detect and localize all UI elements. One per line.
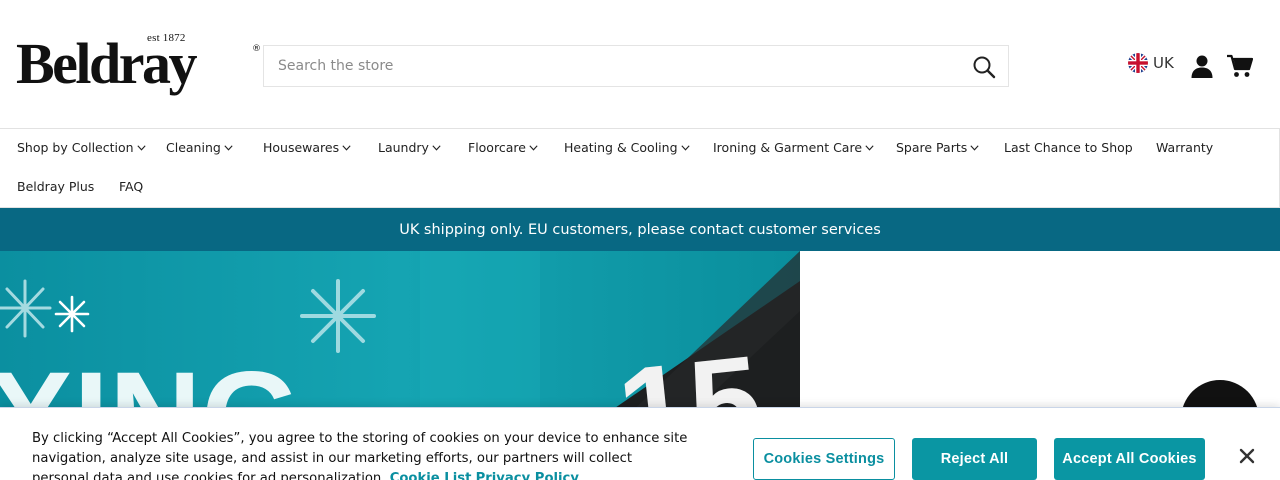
uk-flag-icon [1128, 53, 1148, 73]
chevron-down-icon [432, 144, 441, 151]
search-input[interactable] [264, 46, 944, 86]
chevron-down-icon [136, 144, 146, 151]
cookie-consent-text-block: By clicking “Accept All Cookies”, you ag… [32, 429, 692, 480]
nav-item-faq[interactable]: FAQ [119, 179, 143, 194]
chevron-down-icon [865, 144, 874, 151]
nav-item-last-chance-to-shop[interactable]: Last Chance to Shop [1004, 140, 1133, 155]
snowflake-icon [0, 279, 52, 338]
close-icon[interactable] [1238, 447, 1256, 465]
main-navigation: Shop by Collection Cleaning Housewares L… [0, 128, 1280, 208]
privacy-policy-link[interactable]: Privacy Policy [476, 471, 579, 480]
locale-selector[interactable]: UK [1128, 52, 1174, 74]
nav-item-label: Housewares [263, 140, 340, 155]
reject-all-button[interactable]: Reject All [912, 438, 1037, 480]
nav-item-heating-cooling[interactable]: Heating & Cooling [564, 140, 690, 155]
logo-registered-mark: ® [252, 44, 261, 54]
nav-item-laundry[interactable]: Laundry [378, 140, 441, 155]
nav-item-label: Last Chance to Shop [1004, 140, 1133, 155]
chevron-down-icon [342, 144, 351, 151]
locale-label: UK [1153, 54, 1174, 72]
nav-item-label: Heating & Cooling [564, 140, 678, 155]
cookie-consent-banner: By clicking “Accept All Cookies”, you ag… [0, 407, 1280, 480]
nav-item-beldray-plus[interactable]: Beldray Plus [17, 179, 94, 194]
nav-item-label: Cleaning [166, 140, 221, 155]
page: est 1872 Beldray ® Search the store UK S… [0, 0, 1280, 480]
chevron-down-icon [970, 144, 979, 151]
nav-item-label: Warranty [1156, 140, 1214, 155]
nav-item-shop-by-collection[interactable]: Shop by Collection [17, 140, 146, 155]
nav-item-label: Laundry [378, 140, 429, 155]
snowflake-icon [300, 279, 376, 353]
nav-item-label: FAQ [119, 179, 144, 194]
nav-item-floorcare[interactable]: Floorcare [468, 140, 538, 155]
chevron-down-icon [680, 144, 690, 151]
nav-item-spare-parts[interactable]: Spare Parts [896, 140, 979, 155]
nav-item-label: Floorcare [468, 140, 526, 155]
shipping-notice-text: UK shipping only. EU customers, please c… [399, 221, 881, 238]
cookie-list-link[interactable]: Cookie List [390, 471, 472, 480]
logo-wordmark: Beldray [16, 31, 198, 96]
nav-item-warranty[interactable]: Warranty [1156, 140, 1213, 155]
beldray-logo[interactable]: est 1872 Beldray ® [16, 30, 262, 96]
nav-item-label: Shop by Collection [17, 140, 134, 155]
chevron-down-icon [224, 144, 233, 151]
accept-all-cookies-button[interactable]: Accept All Cookies [1054, 438, 1205, 480]
shipping-notice-banner: UK shipping only. EU customers, please c… [0, 208, 1280, 251]
account-icon[interactable] [1190, 54, 1214, 78]
cart-icon[interactable] [1227, 54, 1253, 78]
snowflake-icon [54, 295, 90, 333]
search-bar [263, 45, 1009, 87]
chevron-down-icon [529, 144, 538, 151]
search-icon[interactable] [972, 55, 996, 79]
cookie-consent-text: By clicking “Accept All Cookies”, you ag… [32, 431, 688, 480]
nav-item-cleaning[interactable]: Cleaning [166, 140, 233, 155]
nav-item-label: Ironing & Garment Care [713, 140, 863, 155]
cookies-settings-button[interactable]: Cookies Settings [753, 438, 895, 480]
site-header: est 1872 Beldray ® Search the store UK [0, 0, 1280, 128]
nav-item-ironing-garment-care[interactable]: Ironing & Garment Care [713, 140, 874, 155]
nav-item-label: Beldray Plus [17, 179, 95, 194]
nav-item-housewares[interactable]: Housewares [263, 140, 351, 155]
nav-item-label: Spare Parts [896, 140, 968, 155]
